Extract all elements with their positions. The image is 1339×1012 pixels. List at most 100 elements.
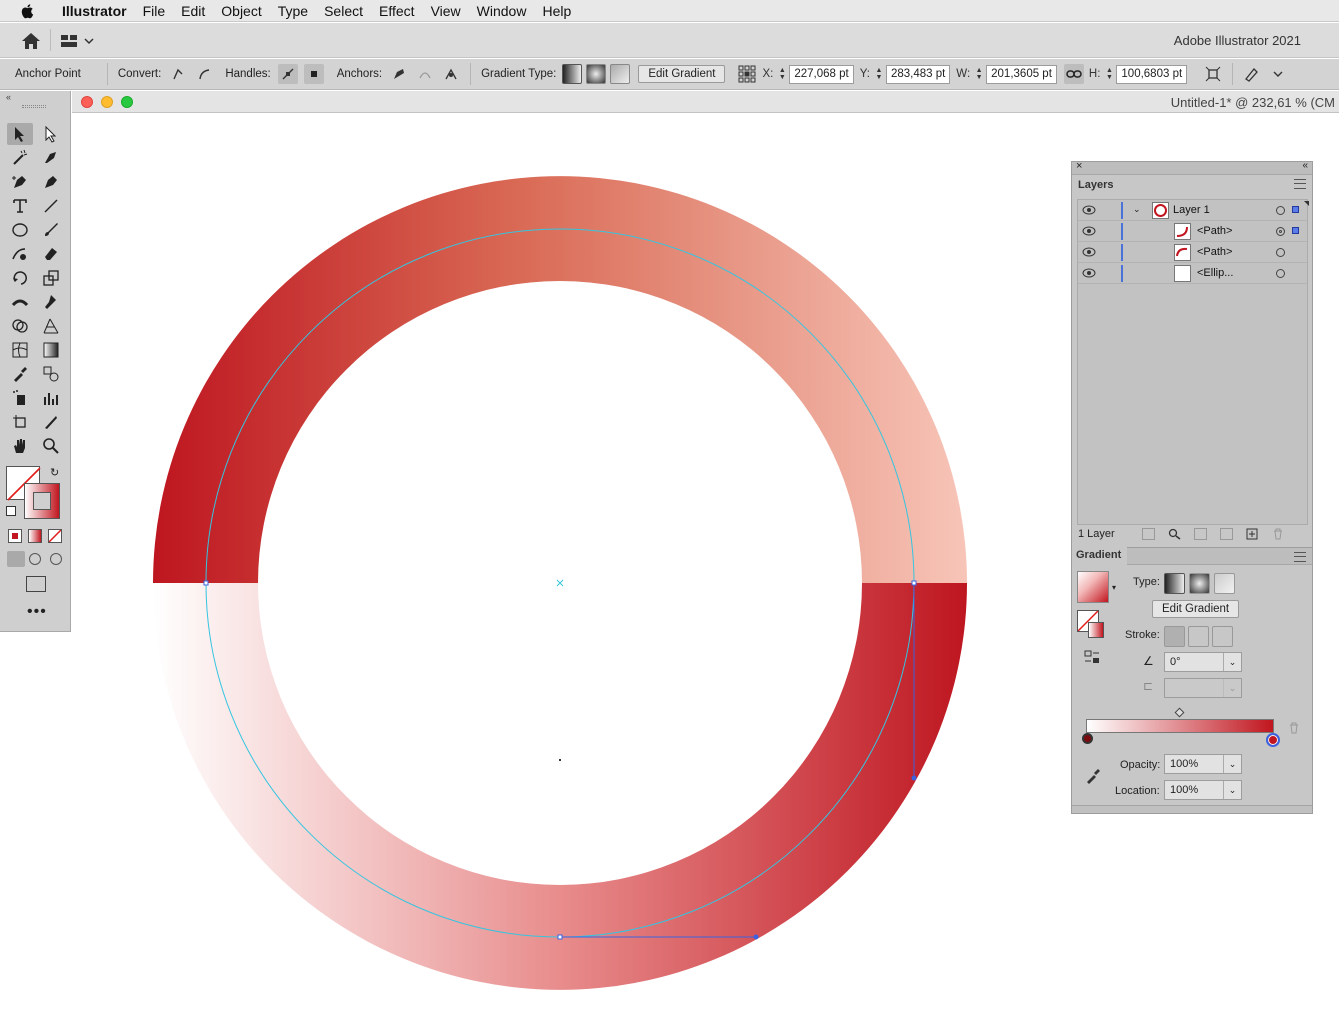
tab-gradient[interactable]: Gradient (1072, 545, 1128, 567)
chevron-down-icon[interactable]: ⌄ (1223, 653, 1241, 671)
eyedropper-tool-icon[interactable] (7, 363, 33, 385)
pen-tool-icon[interactable] (7, 171, 33, 193)
y-input[interactable]: 283,483 pt (885, 64, 951, 84)
slice-tool-icon[interactable] (38, 411, 64, 433)
swap-fill-stroke-icon[interactable]: ↻ (50, 466, 59, 479)
opacity-input[interactable]: 100% ⌄ (1164, 754, 1242, 774)
screen-mode-icon[interactable] (26, 576, 46, 592)
zoom-tool-icon[interactable] (38, 435, 64, 457)
menu-edit[interactable]: Edit (173, 3, 213, 19)
rotate-tool-icon[interactable] (7, 267, 33, 289)
panel-menu-icon[interactable] (1294, 179, 1306, 189)
symbol-sprayer-tool-icon[interactable] (7, 387, 33, 409)
close-panel-icon[interactable]: × (1076, 160, 1082, 172)
layer-row[interactable]: <Path> (1078, 221, 1307, 242)
width-tool-icon[interactable] (7, 291, 33, 313)
freeform-gradient-button[interactable] (1214, 573, 1235, 594)
hand-tool-icon[interactable] (7, 435, 33, 457)
magic-wand-tool-icon[interactable] (7, 147, 33, 169)
angle-input[interactable]: 0° ⌄ (1164, 652, 1242, 672)
radial-gradient-button[interactable] (586, 64, 607, 84)
menu-type[interactable]: Type (270, 3, 316, 19)
sublayer-name[interactable]: <Path> (1197, 225, 1232, 237)
cut-path-button[interactable] (441, 64, 461, 84)
clipping-mask-icon[interactable] (1194, 528, 1207, 540)
minimize-window-button[interactable] (101, 96, 113, 108)
ring-bottom-half[interactable] (153, 583, 967, 990)
menu-window[interactable]: Window (469, 3, 535, 19)
convert-corner-button[interactable] (168, 64, 188, 84)
perspective-grid-tool-icon[interactable] (38, 315, 64, 337)
color-stop-end[interactable] (1266, 733, 1280, 747)
show-handles-button[interactable] (277, 64, 298, 84)
gradient-slider[interactable] (1086, 719, 1274, 733)
color-stop-start[interactable] (1082, 733, 1093, 744)
selection-indicator[interactable] (1292, 227, 1299, 234)
linear-gradient-button[interactable] (562, 64, 583, 84)
more-options-icon[interactable] (1268, 64, 1288, 84)
remove-anchor-button[interactable] (389, 64, 409, 84)
zoom-window-button[interactable] (121, 96, 133, 108)
draw-behind-icon[interactable] (29, 553, 41, 565)
curvature-tool-icon[interactable] (38, 171, 64, 193)
new-sublayer-icon[interactable] (1220, 528, 1233, 540)
gradient-mode-icon[interactable] (28, 529, 42, 543)
connect-anchors-button[interactable] (415, 64, 435, 84)
puppet-warp-tool-icon[interactable] (38, 291, 64, 313)
menu-help[interactable]: Help (534, 3, 579, 19)
column-graph-tool-icon[interactable] (38, 387, 64, 409)
chevron-down-icon[interactable]: ▾ (1112, 583, 1116, 592)
menu-view[interactable]: View (423, 3, 469, 19)
direct-selection-tool-icon[interactable] (38, 123, 64, 145)
x-input[interactable]: 227,068 pt (789, 64, 854, 84)
menu-app[interactable]: Illustrator (54, 3, 135, 19)
selection-tool-icon[interactable] (7, 123, 33, 145)
shape-builder-tool-icon[interactable] (7, 315, 33, 337)
paintbrush-tool-icon[interactable] (38, 219, 64, 241)
selection-indicator[interactable] (1292, 206, 1299, 213)
handle-point-right[interactable] (911, 775, 917, 781)
stroke-swatch[interactable] (1088, 622, 1104, 638)
artboard-tool-icon[interactable] (7, 411, 33, 433)
h-field[interactable]: ▲ ▼ 100,6803 pt (1104, 64, 1188, 84)
eye-icon[interactable] (1082, 268, 1096, 278)
convert-smooth-button[interactable] (194, 64, 214, 84)
menu-select[interactable]: Select (316, 3, 371, 19)
stroke-swatch[interactable] (24, 483, 60, 519)
tab-layers[interactable]: Layers (1072, 175, 1120, 197)
freeform-gradient-button[interactable] (610, 64, 631, 84)
target-icon[interactable] (1276, 248, 1285, 257)
panel-grip[interactable] (22, 105, 46, 108)
constrain-proportions-icon[interactable] (1063, 64, 1084, 84)
close-window-button[interactable] (81, 96, 93, 108)
ellipse-tool-icon[interactable] (7, 219, 33, 241)
hide-handles-button[interactable] (303, 64, 324, 84)
eye-icon[interactable] (1082, 205, 1096, 215)
menu-file[interactable]: File (135, 3, 174, 19)
mesh-tool-icon[interactable] (7, 339, 33, 361)
sublayer-name[interactable]: <Path> (1197, 246, 1232, 258)
target-icon[interactable] (1276, 227, 1285, 236)
scale-tool-icon[interactable] (38, 267, 64, 289)
stroke-along-button[interactable] (1188, 626, 1209, 647)
menu-object[interactable]: Object (213, 3, 269, 19)
draw-inside-icon[interactable] (50, 553, 62, 565)
w-field[interactable]: ▲ ▼ 201,3605 pt (974, 64, 1057, 84)
chevron-down-icon[interactable]: ⌄ (1223, 679, 1241, 697)
edit-toolbar-icon[interactable]: ••• (27, 603, 47, 621)
home-icon[interactable] (20, 31, 42, 51)
layer-row[interactable]: <Ellip... (1078, 263, 1307, 284)
ring-top-half[interactable] (153, 176, 967, 583)
lasso-tool-icon[interactable] (38, 147, 64, 169)
panel-resize-handle[interactable] (1072, 805, 1312, 813)
location-input[interactable]: 100% ⌄ (1164, 780, 1242, 800)
aspect-ratio-input[interactable]: ⌄ (1164, 678, 1242, 698)
x-field[interactable]: ▲ ▼ 227,068 pt (777, 64, 854, 84)
layer-name[interactable]: Layer 1 (1173, 204, 1210, 216)
menu-effect[interactable]: Effect (371, 3, 423, 19)
chevron-down-icon[interactable]: ⌄ (1223, 755, 1241, 773)
chevron-down-icon[interactable]: ⌄ (1133, 204, 1141, 215)
gradient-tool-icon[interactable] (38, 339, 64, 361)
midpoint-diamond[interactable] (1174, 707, 1185, 718)
collect-export-icon[interactable] (1142, 528, 1155, 540)
